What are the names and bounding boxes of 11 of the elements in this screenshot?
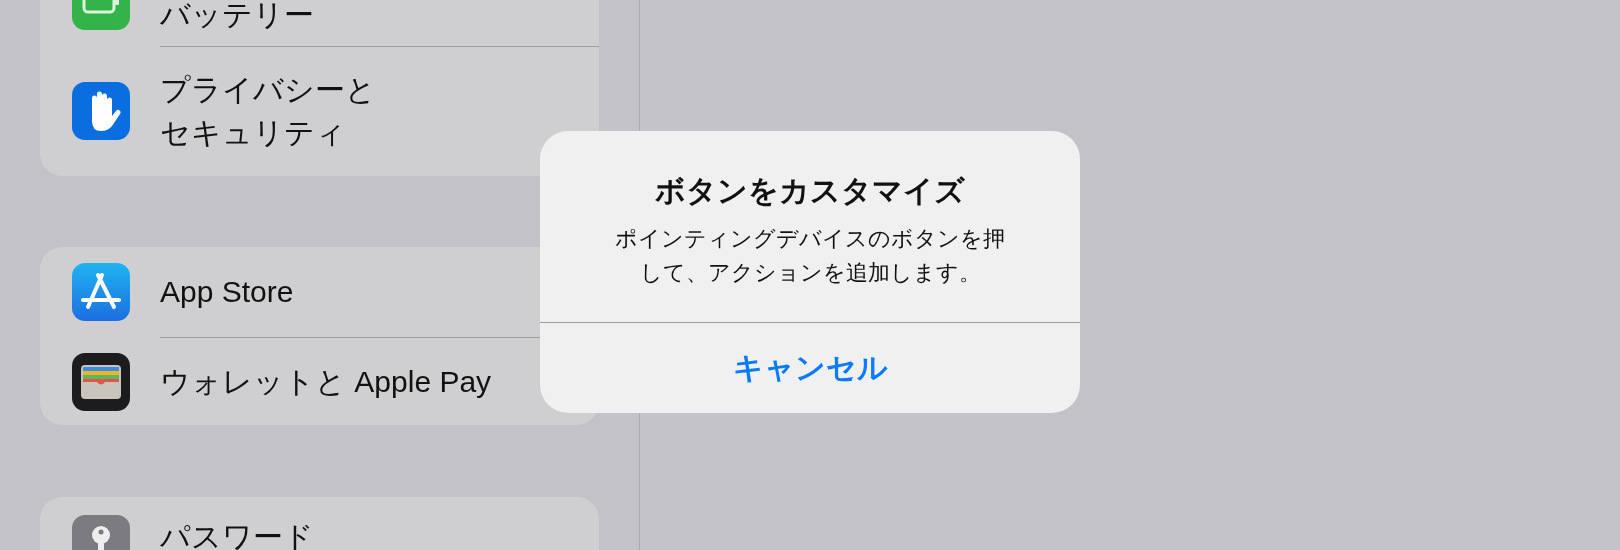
cancel-button[interactable]: キャンセル	[540, 323, 1080, 413]
wallet-icon	[72, 353, 130, 411]
settings-item-label[interactable]: バッテリー	[160, 0, 314, 30]
alert-message: ポインティングデバイスのボタンを押して、アクションを追加します。	[614, 225, 1006, 287]
hand-icon	[72, 82, 130, 140]
settings-item-label[interactable]: プライバシーとセキュリティ	[160, 67, 376, 155]
settings-item-label[interactable]: ウォレットと Apple Pay	[160, 360, 492, 404]
alert-title: ボタンをカスタマイズ	[655, 173, 965, 209]
app-store-icon	[72, 263, 130, 321]
settings-item-label[interactable]: App Store	[160, 270, 294, 314]
settings-item-label[interactable]: パスワード	[160, 515, 314, 550]
